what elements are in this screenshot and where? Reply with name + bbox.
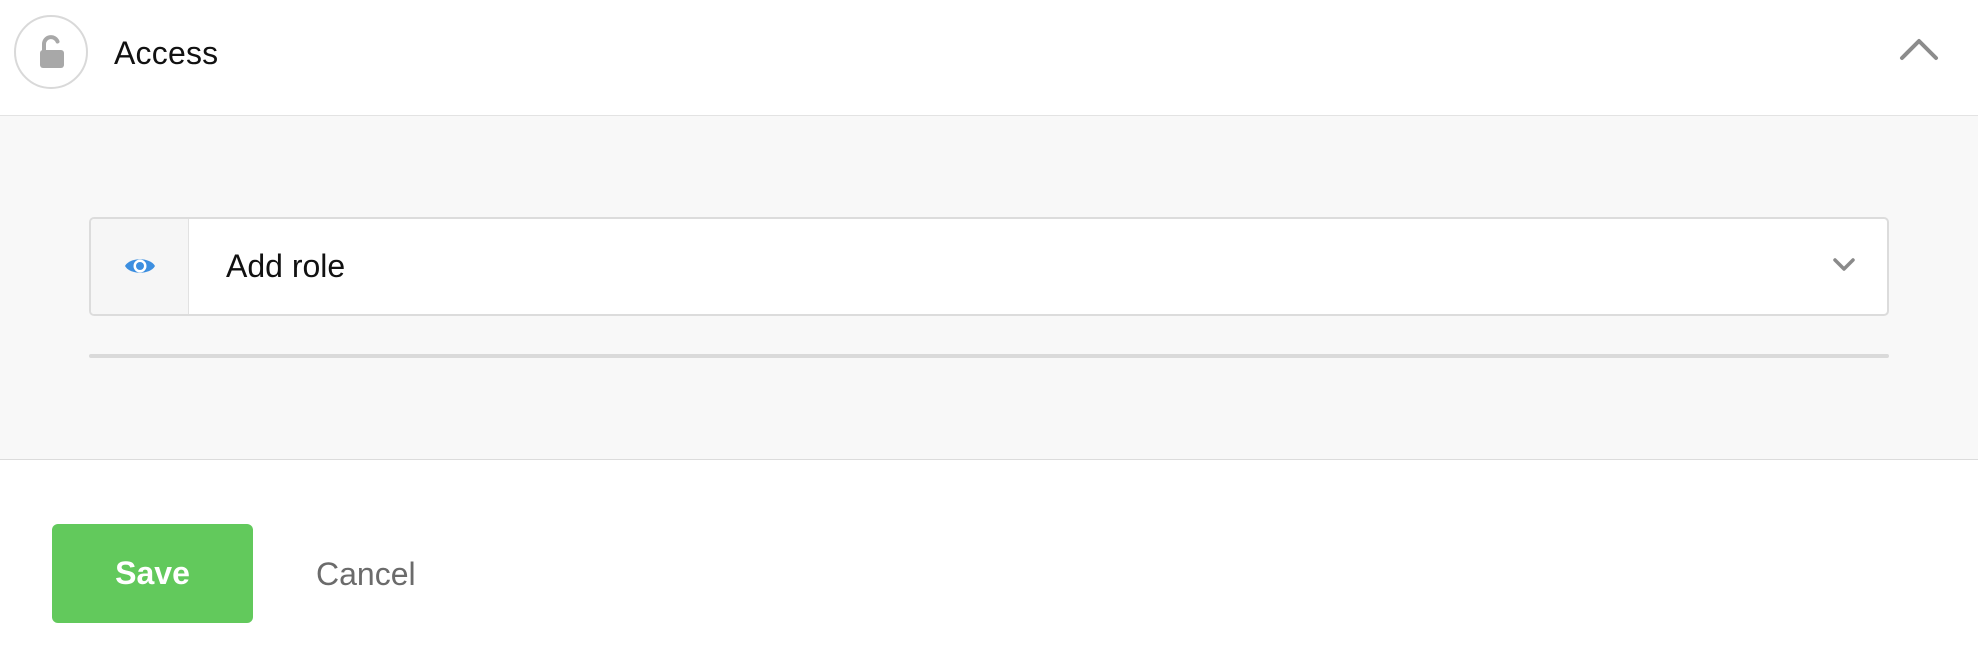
add-role-select[interactable]: Add role <box>89 217 1889 316</box>
access-panel: Add role <box>0 116 1978 460</box>
chevron-down-icon <box>1833 258 1855 271</box>
cancel-button[interactable]: Cancel <box>316 554 416 594</box>
unlock-icon-badge <box>14 15 88 89</box>
save-button[interactable]: Save <box>52 524 253 623</box>
divider <box>89 354 1889 358</box>
collapse-button[interactable] <box>1892 30 1946 70</box>
eye-icon <box>125 259 155 273</box>
select-value: Add role <box>226 248 346 284</box>
section-title: Access <box>114 35 219 71</box>
chevron-up-icon <box>1900 39 1938 60</box>
eye-icon-cell <box>91 219 189 314</box>
access-section-header: Access <box>0 0 1978 116</box>
unlock-icon <box>40 35 64 68</box>
